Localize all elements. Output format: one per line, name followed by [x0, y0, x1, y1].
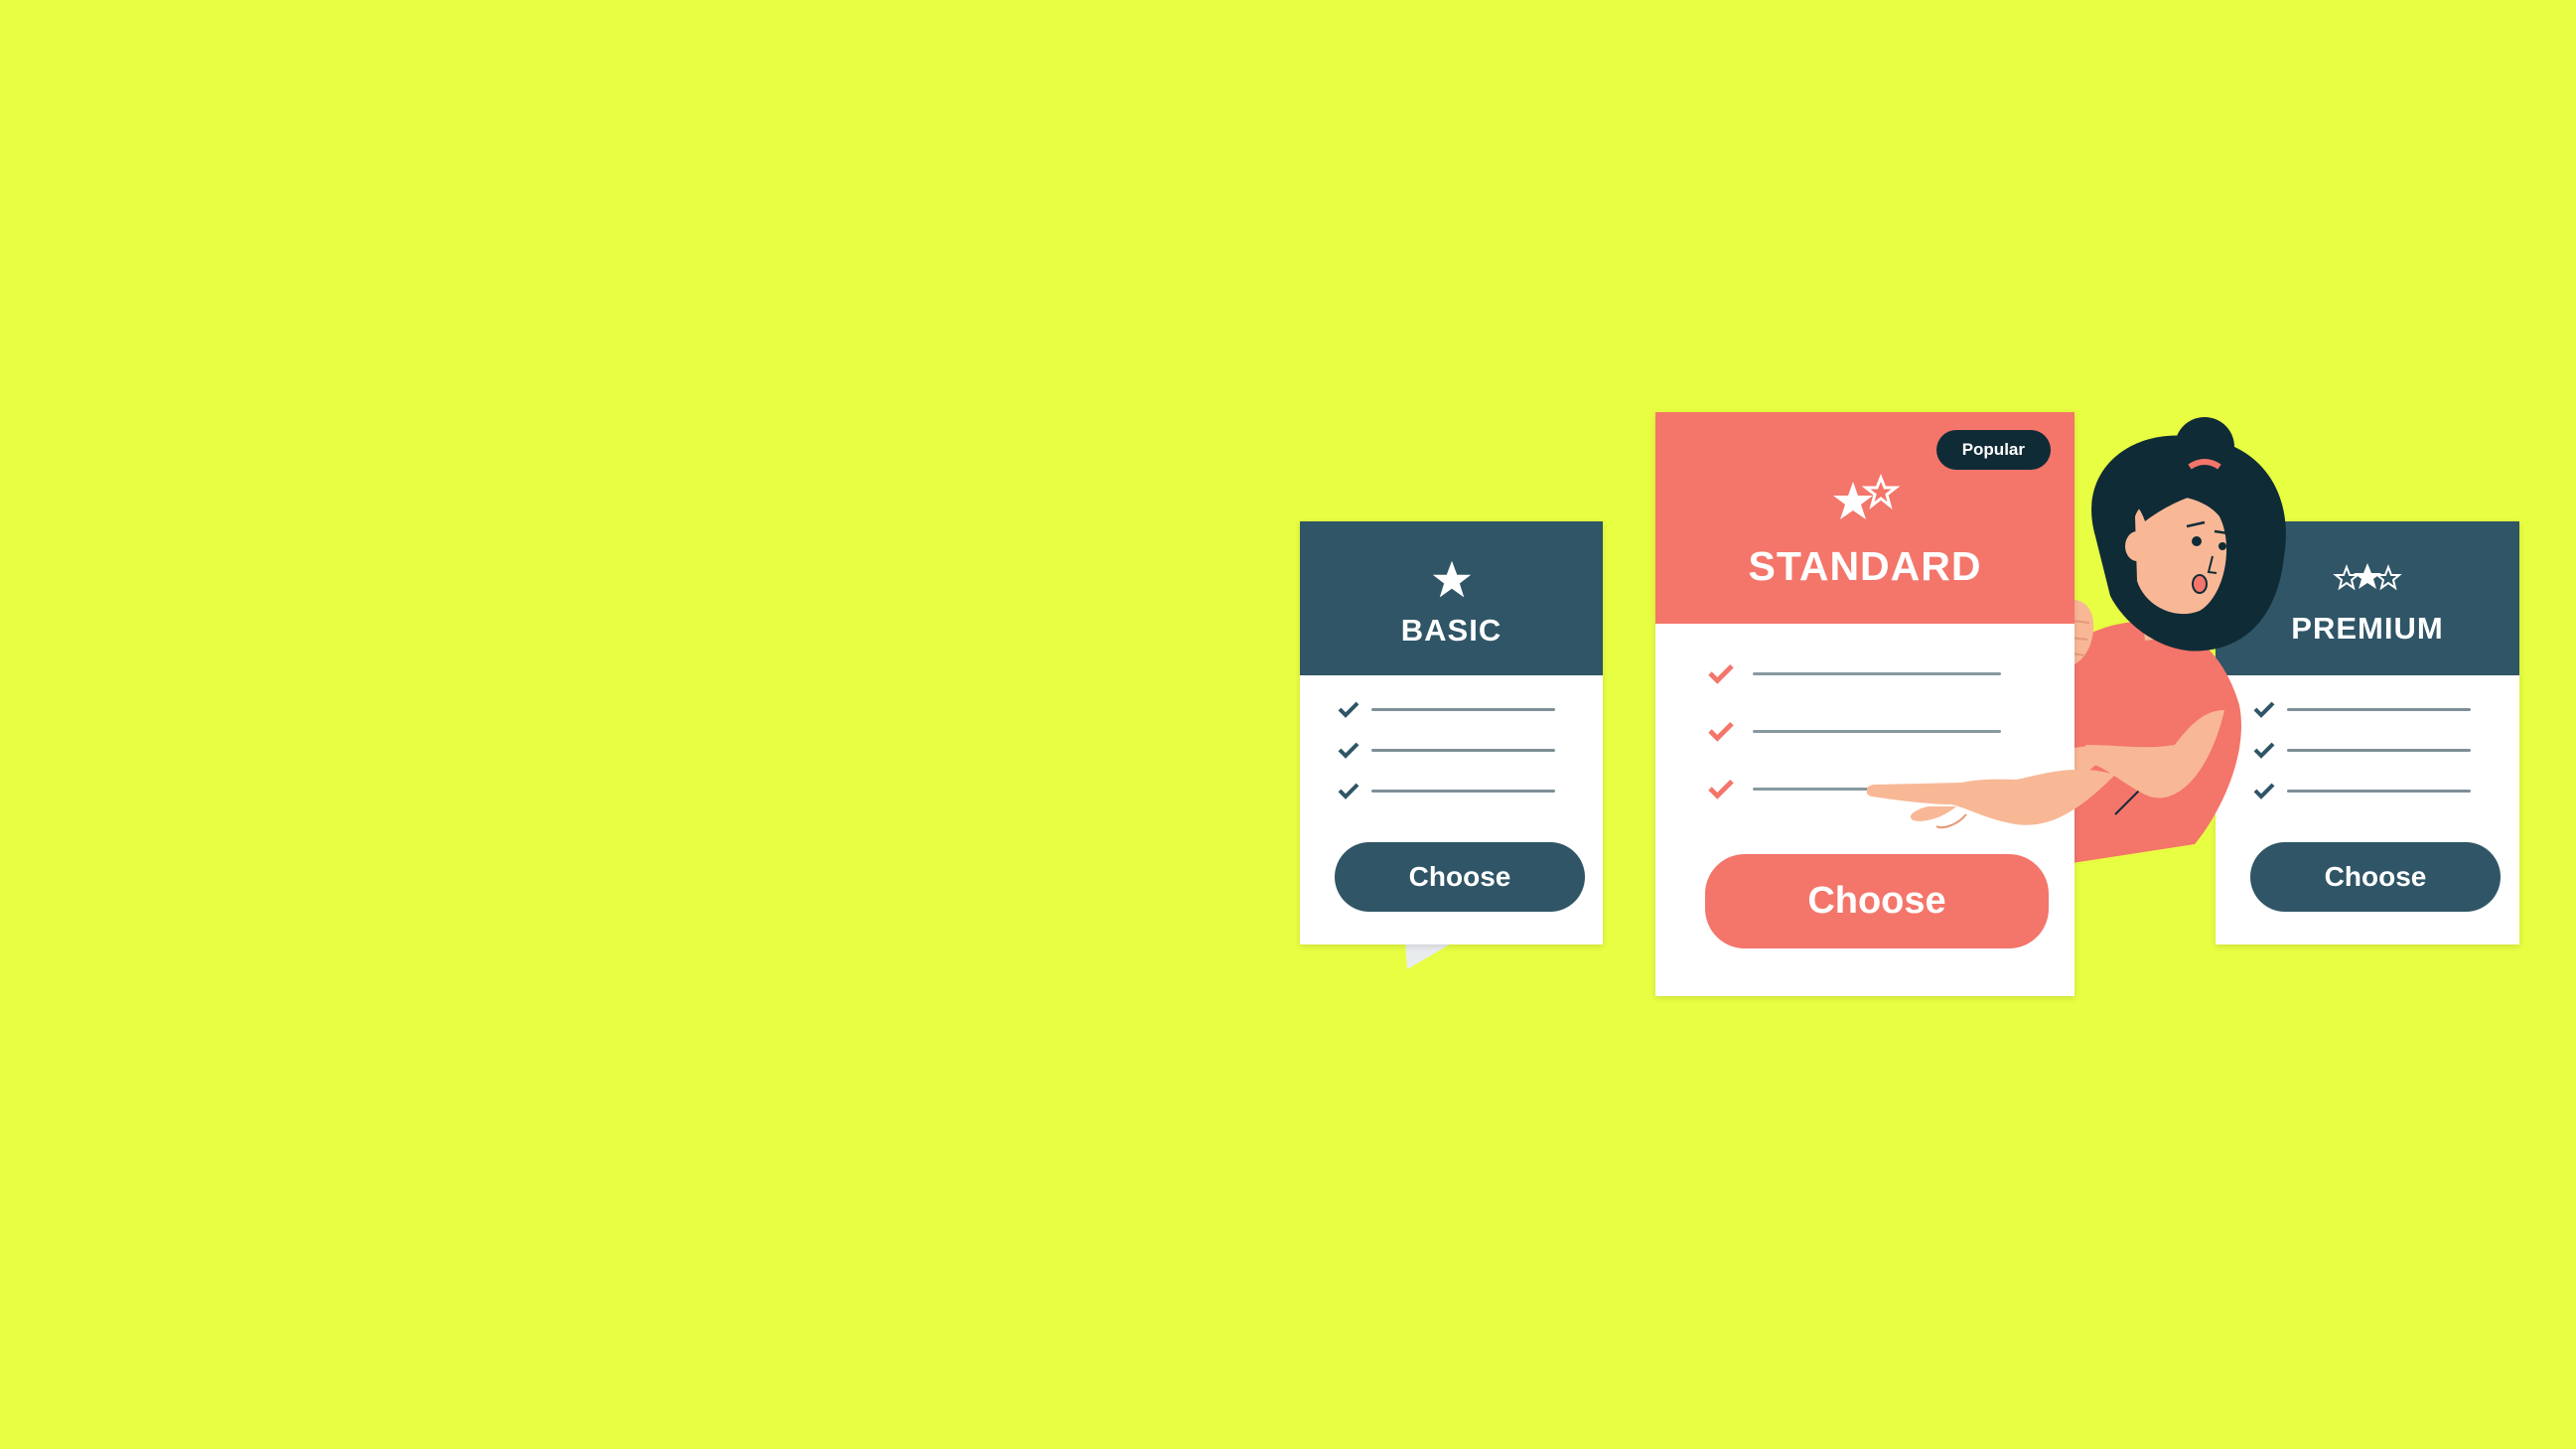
- feature-row: [1338, 782, 1555, 799]
- feature-placeholder-line: [1753, 671, 2001, 675]
- plan-title-basic: BASIC: [1400, 613, 1503, 648]
- single-star-icon: [1432, 560, 1471, 598]
- choose-standard-button[interactable]: Choose: [1705, 854, 2049, 948]
- checkmark-icon: [1338, 701, 1360, 718]
- checkmark-icon: [1338, 742, 1360, 759]
- popular-badge: Popular: [1935, 430, 2051, 470]
- feature-placeholder-line: [1371, 707, 1555, 711]
- pointing-hand-illustration: [1867, 769, 2115, 829]
- feature-row: [1338, 700, 1555, 718]
- checkmark-icon: [1708, 663, 1734, 684]
- plan-card-basic-header: BASIC: [1300, 521, 1603, 675]
- two-stars-icon: [1833, 474, 1901, 519]
- plan-card-standard-header: Popular STANDARD: [1655, 412, 2075, 624]
- feature-row: [1707, 662, 2001, 684]
- feature-placeholder-line: [1371, 789, 1555, 793]
- checkmark-icon: [1338, 783, 1360, 799]
- plan-title-standard: STANDARD: [1748, 543, 1982, 589]
- plan-card-basic: BASIC Choose: [1300, 521, 1603, 944]
- checkmark-icon: [1708, 779, 1734, 799]
- card-tail-decoration: [1405, 942, 1455, 969]
- choose-basic-button[interactable]: Choose: [1335, 842, 1585, 912]
- feature-placeholder-line: [1753, 729, 2001, 733]
- checkmark-icon: [1708, 721, 1734, 742]
- feature-row: [1338, 741, 1555, 759]
- feature-placeholder-line: [1371, 748, 1555, 752]
- plan-card-standard: Popular STANDARD Choose: [1655, 412, 2075, 996]
